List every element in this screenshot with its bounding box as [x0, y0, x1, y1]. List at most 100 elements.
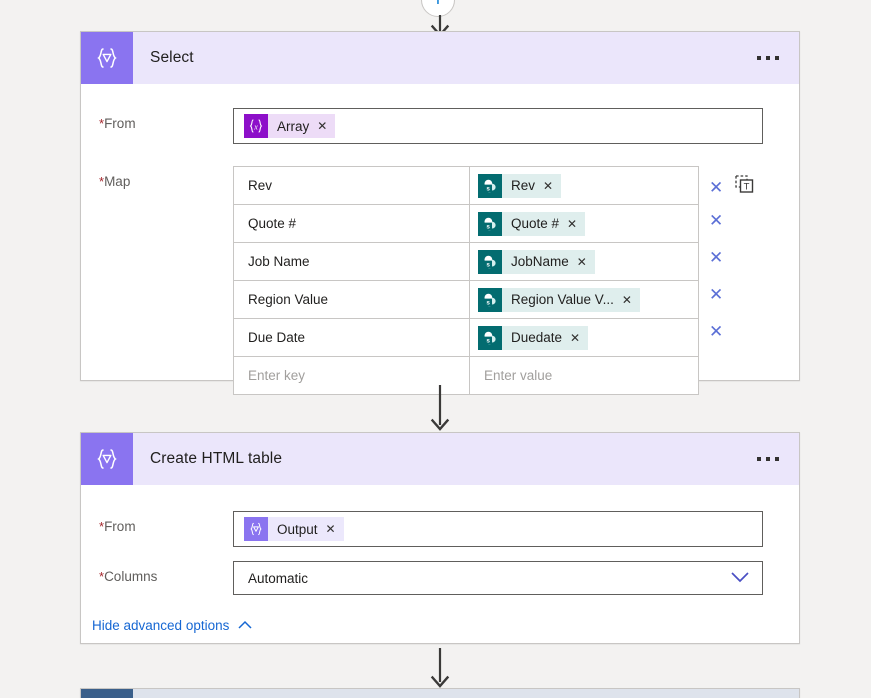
- map-value-cell[interactable]: s Quote # ✕: [470, 205, 698, 242]
- array-token-text: Array ✕: [268, 114, 336, 138]
- dot: [766, 56, 770, 60]
- map-key-cell[interactable]: Due Date: [234, 319, 470, 356]
- switch-to-text-mode-icon[interactable]: T: [735, 175, 754, 199]
- svg-text:s: s: [486, 185, 490, 192]
- sharepoint-token-text: Quote # ✕: [502, 211, 586, 236]
- table-row[interactable]: Job Name s JobName ✕: [234, 243, 698, 281]
- sharepoint-token[interactable]: s Region Value V... ✕: [478, 287, 640, 312]
- map-value-placeholder: Enter value: [484, 368, 553, 383]
- sharepoint-token[interactable]: s Rev ✕: [478, 173, 562, 198]
- map-key-value-grid: Rev s Rev ✕ Quote # s Quote # ✕ Job Name…: [233, 166, 699, 395]
- map-row-actions-1: ✕: [709, 212, 723, 229]
- map-value-cell[interactable]: s Duedate ✕: [470, 319, 698, 356]
- connector-arrow-bottom: [427, 648, 453, 688]
- svg-text:s: s: [486, 337, 490, 344]
- delete-row-button[interactable]: ✕: [709, 179, 723, 196]
- remove-token-icon[interactable]: ✕: [622, 293, 632, 307]
- flow-designer-canvas: + Select *From x Array ✕ *Map Rev s Rev …: [0, 0, 871, 698]
- table-row[interactable]: Region Value s Region Value V... ✕: [234, 281, 698, 319]
- sharepoint-token-text: JobName ✕: [502, 249, 595, 274]
- variables-icon: x: [244, 114, 268, 138]
- delete-row-button[interactable]: ✕: [709, 249, 723, 266]
- table-row[interactable]: Due Date s Duedate ✕: [234, 319, 698, 357]
- map-value-cell[interactable]: s Rev ✕: [470, 167, 698, 204]
- select-card-more-button[interactable]: [753, 50, 783, 66]
- map-key-cell[interactable]: Quote #: [234, 205, 470, 242]
- delete-row-button[interactable]: ✕: [709, 323, 723, 340]
- html-table-card-body: *From Output ✕ *Columns Automatic Hide a…: [81, 511, 799, 635]
- array-variable-token[interactable]: x Array ✕: [244, 114, 336, 138]
- delete-row-button[interactable]: ✕: [709, 286, 723, 303]
- select-card-header[interactable]: Select: [81, 32, 799, 84]
- map-row-actions-2: ✕: [709, 249, 723, 266]
- sharepoint-token-text: Region Value V... ✕: [502, 287, 640, 312]
- svg-text:s: s: [486, 299, 490, 306]
- table-row-empty[interactable]: Enter key Enter value: [234, 357, 698, 395]
- select-output-token[interactable]: Output ✕: [244, 517, 344, 541]
- remove-token-icon[interactable]: ✕: [570, 331, 580, 345]
- connector-arrow-middle: [427, 385, 453, 431]
- advanced-options-row: Hide advanced options: [81, 617, 799, 635]
- sharepoint-token-text: Rev ✕: [502, 173, 562, 198]
- map-value-cell[interactable]: s Region Value V... ✕: [470, 281, 698, 318]
- map-row-actions-3: ✕: [709, 286, 723, 303]
- html-table-card-title: Create HTML table: [150, 450, 283, 467]
- sharepoint-icon: s: [478, 211, 502, 236]
- dot: [775, 56, 779, 60]
- dot: [757, 457, 761, 461]
- html-table-from-field-row: *From Output ✕: [81, 511, 799, 547]
- map-key-placeholder: Enter key: [248, 368, 306, 383]
- sharepoint-token-text: Duedate ✕: [502, 325, 589, 350]
- chevron-up-icon: [237, 618, 253, 633]
- sharepoint-icon: s: [478, 325, 502, 350]
- select-from-input[interactable]: x Array ✕: [233, 108, 763, 144]
- map-key-cell[interactable]: Region Value: [234, 281, 470, 318]
- select-from-label: *From: [99, 116, 136, 131]
- chevron-down-icon[interactable]: [730, 571, 750, 586]
- table-row[interactable]: Quote # s Quote # ✕: [234, 205, 698, 243]
- data-operations-select-icon: [81, 433, 133, 485]
- dot: [757, 56, 761, 60]
- columns-dropdown[interactable]: Automatic: [233, 561, 763, 595]
- columns-selected-value: Automatic: [248, 570, 309, 586]
- sharepoint-icon: s: [478, 287, 502, 312]
- data-operations-select-icon: [81, 32, 133, 84]
- remove-token-icon[interactable]: ✕: [577, 255, 587, 269]
- svg-text:s: s: [486, 261, 490, 268]
- remove-token-icon[interactable]: ✕: [317, 119, 327, 133]
- delete-row-button[interactable]: ✕: [709, 212, 723, 229]
- svg-text:T: T: [744, 182, 750, 193]
- remove-token-icon[interactable]: ✕: [567, 217, 577, 231]
- remove-token-icon[interactable]: ✕: [326, 522, 336, 536]
- create-html-table-card[interactable]: Create HTML table *From Output ✕ *Column…: [80, 432, 800, 644]
- dot: [775, 457, 779, 461]
- connector-icon: [81, 689, 133, 698]
- map-value-input[interactable]: Enter value: [470, 357, 698, 394]
- select-output-icon: [244, 517, 268, 541]
- sharepoint-icon: s: [478, 249, 502, 274]
- sharepoint-token[interactable]: s Quote # ✕: [478, 211, 586, 236]
- sharepoint-token[interactable]: s Duedate ✕: [478, 325, 589, 350]
- svg-text:x: x: [253, 122, 258, 131]
- svg-text:s: s: [486, 223, 490, 230]
- html-table-columns-field-row: *Columns Automatic: [81, 561, 799, 595]
- next-card-header[interactable]: [81, 689, 799, 698]
- map-key-cell[interactable]: Rev: [234, 167, 470, 204]
- map-key-cell[interactable]: Job Name: [234, 243, 470, 280]
- sharepoint-icon: s: [478, 173, 502, 198]
- html-table-card-header[interactable]: Create HTML table: [81, 433, 799, 485]
- map-value-cell[interactable]: s JobName ✕: [470, 243, 698, 280]
- select-action-card[interactable]: Select *From x Array ✕ *Map Rev s Rev ✕ …: [80, 31, 800, 395]
- next-action-card[interactable]: [80, 688, 800, 698]
- table-row[interactable]: Rev s Rev ✕: [234, 167, 698, 205]
- map-grid-wrapper: Rev s Rev ✕ Quote # s Quote # ✕ Job Name…: [233, 166, 754, 395]
- html-table-from-input[interactable]: Output ✕: [233, 511, 763, 547]
- sharepoint-token[interactable]: s JobName ✕: [478, 249, 595, 274]
- html-table-card-more-button[interactable]: [753, 451, 783, 467]
- remove-token-icon[interactable]: ✕: [543, 179, 553, 193]
- output-token-text: Output ✕: [268, 517, 344, 541]
- select-from-field-row: *From x Array ✕: [81, 108, 799, 144]
- map-row-actions-0: ✕ T: [709, 175, 754, 199]
- plus-icon: +: [432, 0, 444, 11]
- hide-advanced-options-button[interactable]: Hide advanced options: [92, 618, 253, 633]
